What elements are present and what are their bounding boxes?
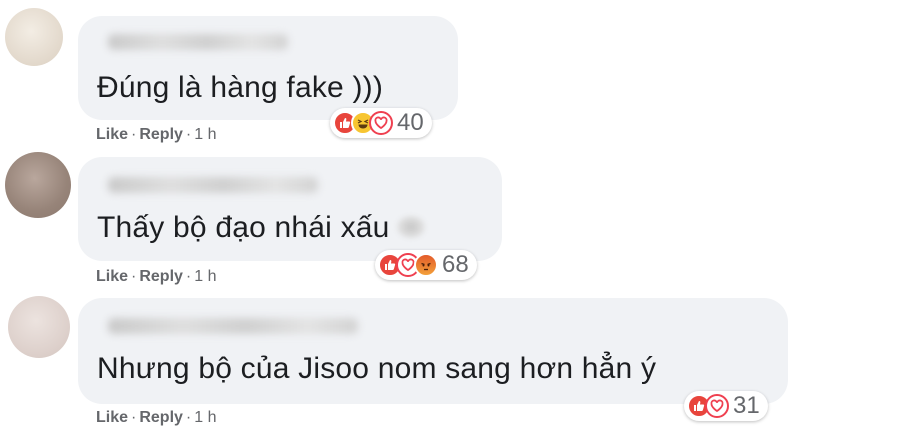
- avatar[interactable]: [8, 296, 70, 358]
- reply-link[interactable]: Reply: [139, 409, 183, 426]
- timestamp[interactable]: 1 h: [194, 126, 216, 143]
- like-link[interactable]: Like: [96, 409, 128, 426]
- comment-bubble: Đúng là hàng fake ))): [78, 16, 458, 120]
- timestamp[interactable]: 1 h: [194, 409, 216, 426]
- timestamp[interactable]: 1 h: [194, 268, 216, 285]
- comment-text: Thấy bộ đạo nhái xấu: [97, 211, 426, 245]
- reaction-summary[interactable]: 40: [330, 108, 432, 138]
- comment-text-content: Thấy bộ đạo nhái xấu: [97, 211, 390, 244]
- love-icon: [369, 111, 393, 135]
- avatar[interactable]: [5, 152, 71, 218]
- comment-bubble: Nhưng bộ của Jisoo nom sang hơn hẳn ý: [78, 298, 788, 404]
- reaction-count: 31: [733, 392, 760, 419]
- separator: ·: [131, 268, 137, 285]
- commenter-name[interactable]: [108, 34, 288, 50]
- reaction-summary[interactable]: 68: [375, 250, 477, 280]
- avatar[interactable]: [5, 8, 63, 66]
- comment-text: Đúng là hàng fake ))): [97, 71, 384, 104]
- comment-actions: Like · Reply · 1 h: [96, 126, 217, 144]
- separator: ·: [131, 126, 137, 143]
- commenter-name[interactable]: [108, 318, 358, 334]
- like-link[interactable]: Like: [96, 268, 128, 285]
- comment-actions: Like · Reply · 1 h: [96, 409, 217, 427]
- reaction-summary[interactable]: 31: [684, 391, 768, 421]
- separator: ·: [185, 268, 192, 285]
- reply-link[interactable]: Reply: [139, 126, 183, 143]
- angry-icon: [414, 253, 438, 277]
- comment-actions: Like · Reply · 1 h: [96, 268, 217, 286]
- reaction-count: 68: [442, 251, 469, 278]
- comment-bubble: Thấy bộ đạo nhái xấu: [78, 157, 502, 261]
- like-link[interactable]: Like: [96, 126, 128, 143]
- reaction-count: 40: [397, 109, 424, 136]
- love-icon: [705, 394, 729, 418]
- separator: ·: [185, 126, 192, 143]
- reply-link[interactable]: Reply: [139, 268, 183, 285]
- comment-text: Nhưng bộ của Jisoo nom sang hơn hẳn ý: [97, 352, 657, 385]
- commenter-name[interactable]: [108, 177, 318, 193]
- blurred-emoji: [395, 215, 426, 239]
- separator: ·: [185, 409, 192, 426]
- separator: ·: [131, 409, 137, 426]
